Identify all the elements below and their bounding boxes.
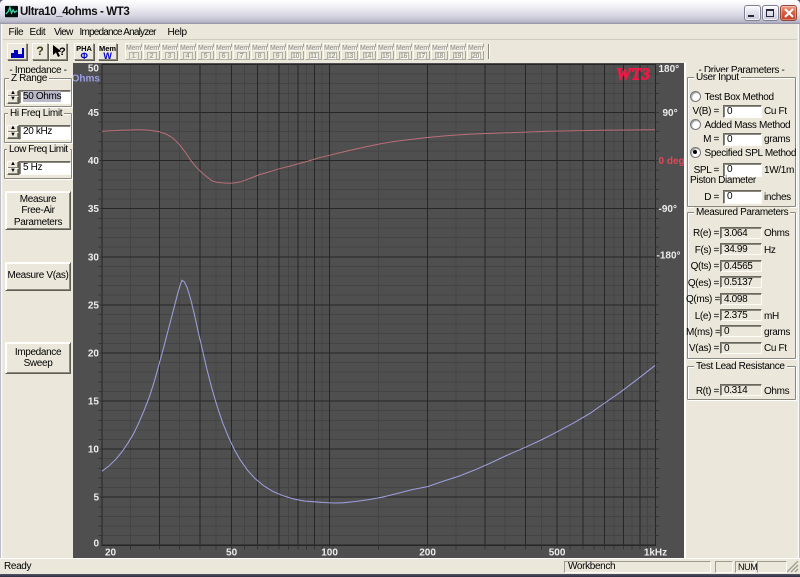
svg-text:5: 5 (93, 493, 99, 504)
svg-text:45: 45 (88, 108, 100, 119)
svg-text:50: 50 (226, 548, 238, 559)
svg-text:15: 15 (88, 397, 100, 408)
svg-text:10: 10 (88, 445, 100, 456)
svg-text:500: 500 (549, 548, 566, 559)
svg-text:0: 0 (93, 539, 99, 550)
svg-text:90°: 90° (663, 108, 678, 119)
svg-text:WT3: WT3 (616, 65, 651, 84)
svg-text:1kHz: 1kHz (644, 548, 667, 559)
svg-text:0 deg: 0 deg (659, 156, 685, 167)
svg-text:20: 20 (105, 548, 117, 559)
svg-text:-90°: -90° (659, 204, 677, 215)
svg-text:25: 25 (88, 300, 100, 311)
svg-text:100: 100 (321, 548, 338, 559)
svg-text:20: 20 (88, 348, 100, 359)
svg-text:200: 200 (419, 548, 436, 559)
svg-text:35: 35 (88, 204, 100, 215)
svg-text:30: 30 (88, 252, 100, 263)
svg-text:-180°: -180° (657, 250, 681, 261)
svg-text:Ohms: Ohms (73, 74, 100, 85)
svg-text:180°: 180° (659, 64, 680, 75)
svg-text:40: 40 (88, 156, 100, 167)
svg-text:?: ? (59, 46, 66, 58)
